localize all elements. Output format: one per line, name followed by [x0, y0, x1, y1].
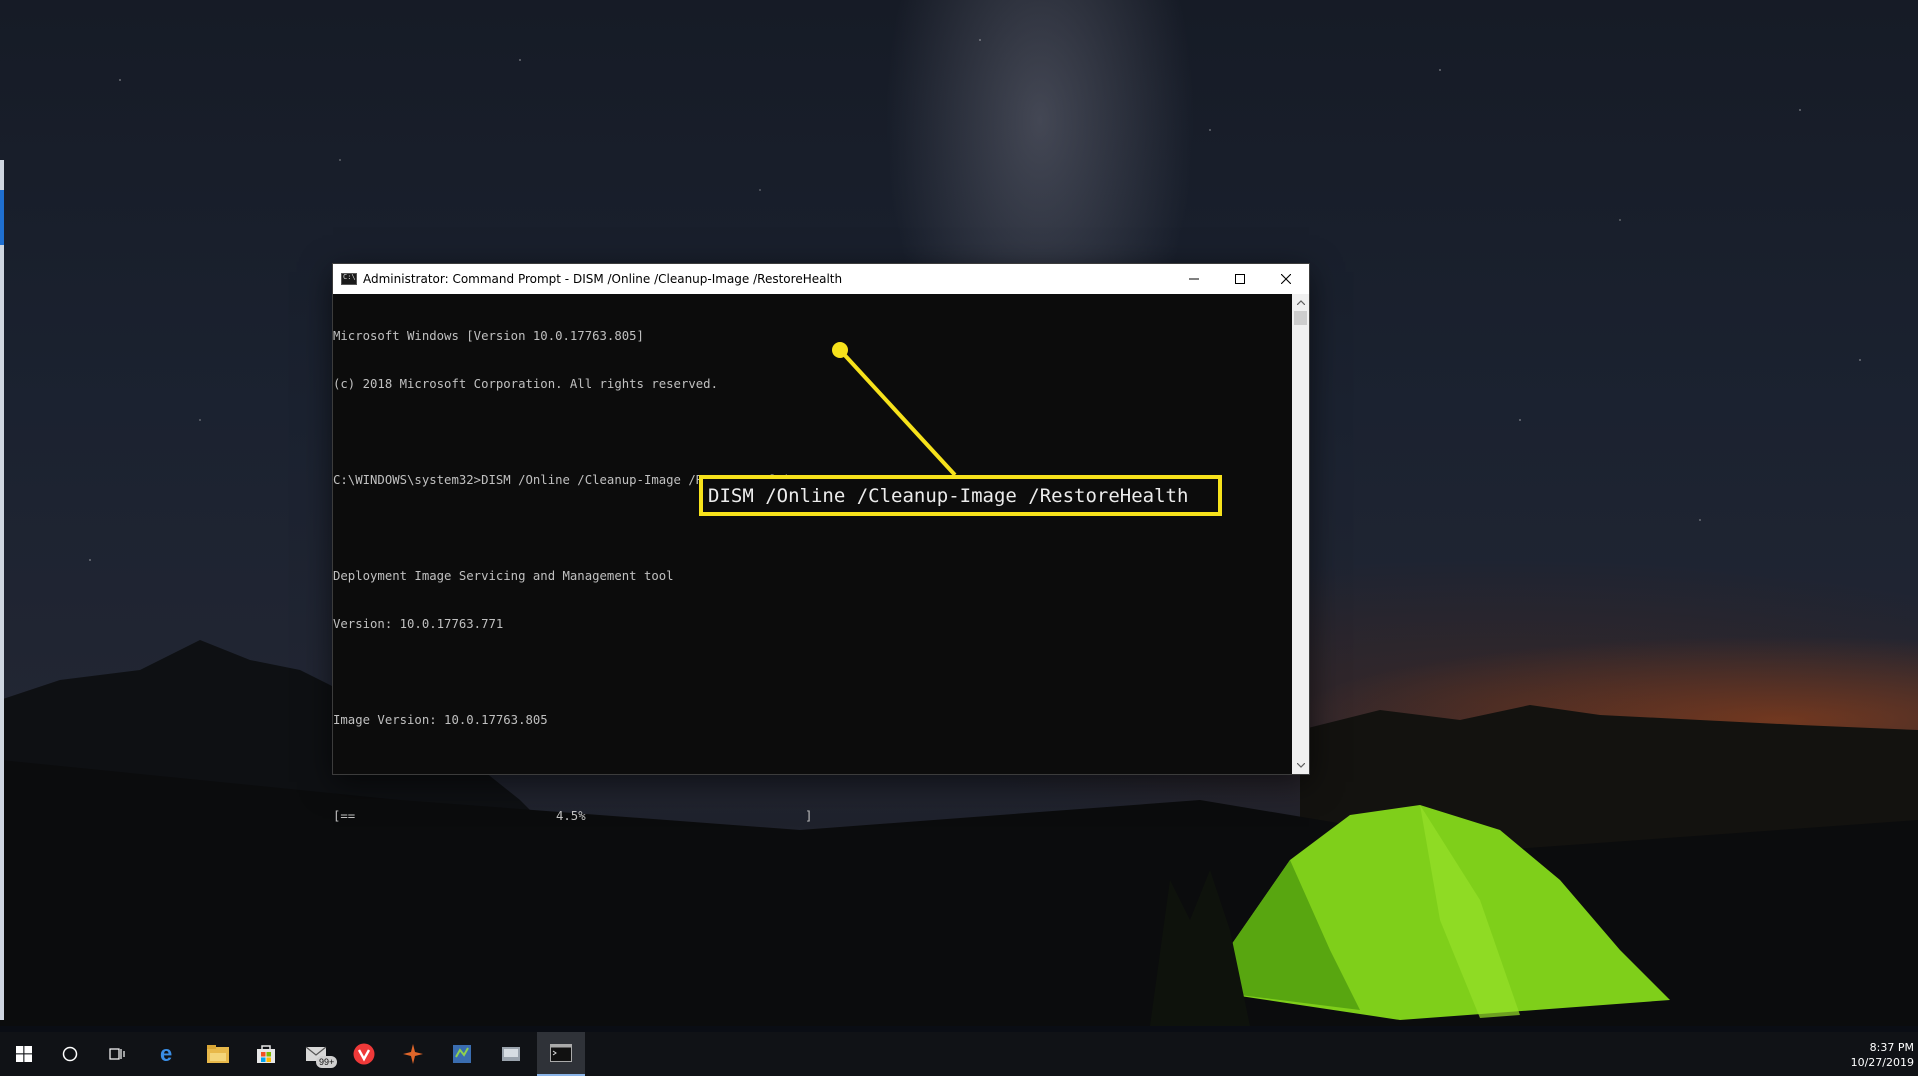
store-icon — [257, 1045, 275, 1063]
dism-progress-bar: [== 4.5% ] — [333, 808, 1291, 824]
minimize-button[interactable] — [1171, 264, 1217, 294]
progress-open-bracket: [== — [333, 809, 356, 823]
console-line: (c) 2018 Microsoft Corporation. All righ… — [333, 377, 718, 391]
store-button[interactable] — [242, 1032, 290, 1076]
file-explorer-button[interactable] — [194, 1032, 242, 1076]
chevron-down-icon — [1296, 763, 1305, 768]
minimize-icon — [1189, 278, 1199, 280]
maximize-icon — [1235, 274, 1245, 284]
svg-text:e: e — [160, 1043, 172, 1065]
scroll-thumb[interactable] — [1294, 311, 1307, 325]
scroll-up-button[interactable] — [1292, 294, 1309, 311]
console-app-icon — [341, 273, 357, 285]
progress-percent: 4.5% — [556, 809, 586, 823]
console-line: Version: 10.0.17763.771 — [333, 617, 504, 631]
start-button[interactable] — [0, 1032, 48, 1076]
mail-badge: 99+ — [316, 1056, 338, 1068]
task-view-button[interactable] — [94, 1032, 142, 1076]
window-titlebar[interactable]: Administrator: Command Prompt - DISM /On… — [333, 264, 1309, 294]
app-icon-3 — [502, 1047, 520, 1061]
app-icon — [403, 1044, 423, 1064]
command-prompt-icon — [550, 1044, 572, 1062]
close-icon — [1281, 274, 1291, 284]
taskbar-app-button[interactable] — [389, 1032, 437, 1076]
mail-button[interactable]: 99+ — [292, 1032, 340, 1076]
callout-label: DISM /Online /Cleanup-Image /RestoreHeal… — [699, 475, 1222, 516]
maximize-button[interactable] — [1217, 264, 1263, 294]
windows-start-icon — [16, 1046, 32, 1062]
taskbar-app-button-2[interactable] — [438, 1032, 486, 1076]
console-line: Deployment Image Servicing and Managemen… — [333, 569, 674, 583]
desktop-left-edge — [0, 160, 4, 1020]
edge-browser-button[interactable]: e — [145, 1032, 193, 1076]
console-line: Image Version: 10.0.17763.805 — [333, 713, 548, 727]
cortana-search-icon — [62, 1046, 78, 1062]
taskbar-app-button-3[interactable] — [487, 1032, 535, 1076]
console-line: Microsoft Windows [Version 10.0.17763.80… — [333, 329, 644, 343]
close-button[interactable] — [1263, 264, 1309, 294]
search-button[interactable] — [46, 1032, 94, 1076]
console-output[interactable]: Microsoft Windows [Version 10.0.17763.80… — [333, 294, 1291, 823]
command-prompt-window[interactable]: Administrator: Command Prompt - DISM /On… — [333, 264, 1309, 823]
file-explorer-icon — [207, 1045, 229, 1063]
clock-date: 10/27/2019 — [1850, 1056, 1914, 1069]
progress-close-bracket: ] — [805, 809, 813, 823]
vivaldi-button[interactable] — [340, 1032, 388, 1076]
command-prompt-taskbar-button[interactable] — [537, 1032, 585, 1076]
taskbar: e 99+ 8:37 PM 10/27/2019 — [0, 1032, 1918, 1076]
app-icon-2 — [453, 1045, 471, 1063]
task-view-icon — [109, 1048, 125, 1060]
vertical-scrollbar[interactable] — [1292, 294, 1309, 774]
edge-browser-icon: e — [160, 1043, 172, 1065]
vivaldi-icon — [353, 1043, 375, 1065]
chevron-up-icon — [1296, 300, 1305, 305]
system-clock[interactable]: 8:37 PM 10/27/2019 — [1851, 1040, 1914, 1070]
window-title: Administrator: Command Prompt - DISM /On… — [363, 272, 843, 286]
scroll-down-button[interactable] — [1292, 757, 1309, 774]
clock-time: 8:37 PM — [1869, 1041, 1914, 1054]
